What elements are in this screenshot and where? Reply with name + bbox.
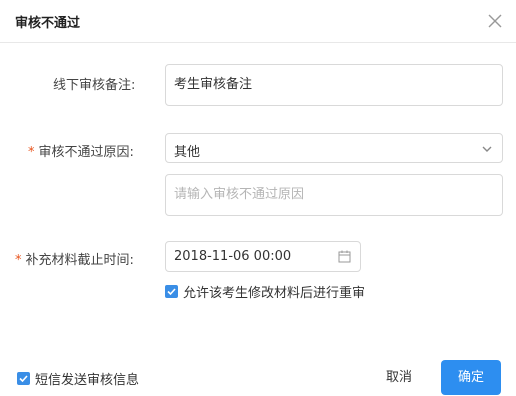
close-icon[interactable] [486,12,504,30]
reject-reason-detail-placeholder: 请输入审核不通过原因 [174,187,305,202]
calendar-icon [338,250,351,263]
required-mark: * [15,253,22,268]
reject-reason-detail-input[interactable]: 请输入审核不通过原因 [165,174,503,216]
offline-note-field[interactable]: 考生审核备注 [165,64,503,106]
deadline-label: * 补充材料截止时间: [15,253,134,268]
dialog-title: 审核不通过 [15,16,81,31]
required-mark: * [28,145,35,160]
reject-reason-selected: 其他 [174,145,201,160]
deadline-value: 2018-11-06 00:00 [174,249,292,264]
checkbox-checked-icon [165,285,178,298]
chevron-down-icon [481,143,493,155]
deadline-date-picker[interactable]: 2018-11-06 00:00 [165,241,361,272]
allow-resubmit-checkbox[interactable]: 允许该考生修改材料后进行重审 [165,282,365,301]
cancel-button[interactable]: 取消 [372,367,426,389]
allow-resubmit-label: 允许该考生修改材料后进行重审 [183,286,366,301]
dialog-footer: 短信发送审核信息 取消 确定 [0,340,516,396]
reject-dialog: 审核不通过 线下审核备注: 考生审核备注 * 审核不通过原因: 其他 请输入审核不… [0,0,516,396]
sms-notify-checkbox[interactable]: 短信发送审核信息 [17,369,139,388]
offline-note-value: 考生审核备注 [174,77,253,92]
checkbox-checked-icon [17,372,30,385]
reject-reason-select[interactable]: 其他 [165,133,503,163]
confirm-button[interactable]: 确定 [441,360,501,395]
reject-reason-label: * 审核不通过原因: [28,145,134,160]
dialog-header: 审核不通过 [0,0,516,43]
sms-notify-label: 短信发送审核信息 [35,373,140,388]
offline-note-label: 线下审核备注: [53,78,136,93]
